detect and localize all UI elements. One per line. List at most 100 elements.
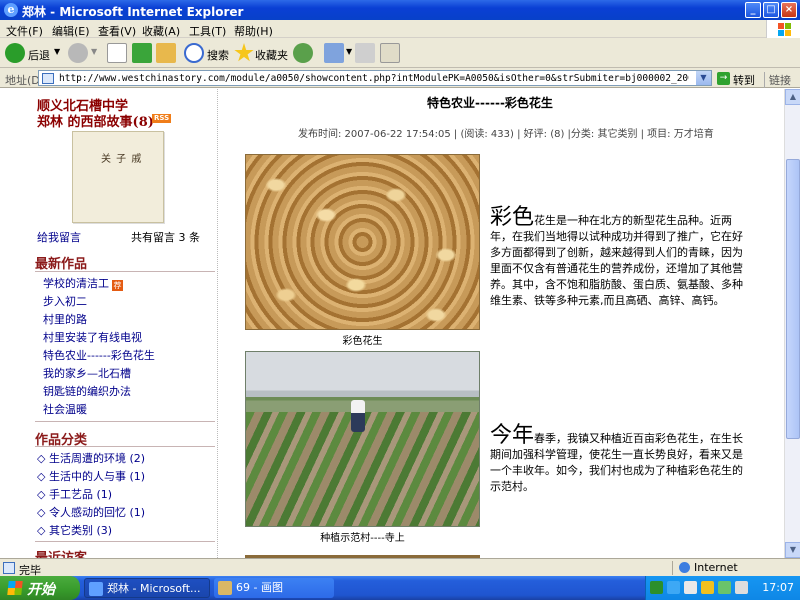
guestbook-count: 共有留言 3 条 <box>131 231 200 244</box>
category-item[interactable]: ◇ 手工艺品 (1) <box>37 486 112 502</box>
author-name: 郑林 的西部故事(8) <box>37 111 154 130</box>
latest-work-item[interactable]: 社会温暖 <box>43 401 87 417</box>
blog-title: 的西部故事(8) <box>67 115 154 130</box>
menu-view[interactable]: 查看(V) <box>98 23 136 39</box>
article-paragraph: 彩色花生是一种在北方的新型花生品种。近两年，在我们当地得以试种成功并得到了推广，… <box>490 207 744 309</box>
farmer-figure <box>351 400 365 432</box>
vertical-scrollbar[interactable]: ▲ ▼ <box>784 89 800 558</box>
guestbook-link[interactable]: 给我留言 <box>37 229 81 245</box>
print-icon[interactable] <box>355 43 375 63</box>
author-link[interactable]: 郑林 <box>37 115 63 130</box>
divider <box>35 421 215 422</box>
sidebar-divider <box>217 89 218 558</box>
search-icon[interactable] <box>184 43 204 63</box>
home-icon[interactable] <box>156 43 176 63</box>
taskbar: 开始 郑林 - Microsoft... 69 - 画图 17:07 <box>0 576 800 600</box>
menu-favorites[interactable]: 收藏(A) <box>142 23 180 39</box>
zone-label: Internet <box>694 561 738 574</box>
page-icon <box>42 73 54 84</box>
go-button[interactable]: 转到 <box>733 72 755 88</box>
taskbar-paint-window[interactable]: 69 - 画图 <box>214 578 334 598</box>
globe-icon <box>679 562 690 573</box>
security-zone: Internet <box>672 561 738 575</box>
menu-file[interactable]: 文件(F) <box>6 23 43 39</box>
windows-flag-icon <box>7 581 23 595</box>
favorites-button[interactable]: 收藏夹 <box>255 47 288 63</box>
tray-network-icon[interactable] <box>667 581 680 594</box>
ie-logo-icon: e <box>4 3 18 17</box>
toolbar: 后退 ▼ ▼ 搜索 收藏夹 ▼ <box>0 38 800 68</box>
address-input[interactable]: http://www.westchinastory.com/module/a00… <box>38 70 712 86</box>
scroll-thumb[interactable] <box>786 159 800 439</box>
menu-bar: 文件(F) 编辑(E) 查看(V) 收藏(A) 工具(T) 帮助(H) <box>0 20 800 38</box>
maximize-button[interactable]: □ <box>763 2 779 18</box>
address-url[interactable]: http://www.westchinastory.com/module/a00… <box>59 73 689 84</box>
article-paragraph: 今年春季，我镇又种植近百亩彩色花生，在生长期间加强科学管理，使花生一直长势良好，… <box>490 425 744 495</box>
latest-works-heading: 最新作品 <box>35 257 88 272</box>
task-label: 郑林 - Microsoft... <box>107 582 201 595</box>
rss-icon[interactable]: RSS <box>152 114 172 123</box>
latest-work-item[interactable]: 钥匙链的编织办法 <box>43 383 131 399</box>
latest-work-item[interactable]: 学校的清洁工荐 <box>43 275 123 291</box>
edit-page-icon[interactable] <box>380 43 400 63</box>
tray-input-icon[interactable] <box>735 581 748 594</box>
category-item[interactable]: ◇ 其它类别 (3) <box>37 522 112 538</box>
tray-app-icon[interactable] <box>701 581 714 594</box>
latest-work-item[interactable]: 村里的路 <box>43 311 87 327</box>
minimize-button[interactable]: _ <box>745 2 761 18</box>
media-icon[interactable] <box>293 43 313 63</box>
mail-dropdown-icon[interactable]: ▼ <box>346 47 352 56</box>
refresh-icon[interactable] <box>132 43 152 63</box>
windows-logo-icon <box>766 20 800 38</box>
status-bar: 完毕 Internet <box>0 558 800 577</box>
stop-icon[interactable] <box>107 43 127 63</box>
title-bar: e 郑林 - Microsoft Internet Explorer _ □ × <box>0 0 800 20</box>
menu-edit[interactable]: 编辑(E) <box>52 23 90 39</box>
favorites-star-icon[interactable] <box>234 43 254 62</box>
category-item[interactable]: ◇ 令人感动的回忆 (1) <box>37 504 145 520</box>
tray-update-icon[interactable] <box>718 581 731 594</box>
links-button[interactable]: 链接 <box>764 72 791 88</box>
latest-work-item[interactable]: 步入初二 <box>43 293 87 309</box>
paint-task-icon <box>218 581 232 595</box>
clock: 17:07 <box>762 581 794 594</box>
article: 特色农业------彩色花生 发布时间: 2007-06-22 17:54:05… <box>220 89 784 558</box>
menu-help[interactable]: 帮助(H) <box>234 23 273 39</box>
close-button[interactable]: × <box>781 2 797 18</box>
mail-icon[interactable] <box>324 43 344 63</box>
sidebar: 顺义北石槽中学 郑林 的西部故事(8) RSS 关 子 戚 给我留言 共有留言 … <box>27 89 218 558</box>
back-dropdown-icon[interactable]: ▼ <box>54 47 60 56</box>
scroll-down-icon[interactable]: ▼ <box>785 542 800 558</box>
start-label: 开始 <box>27 582 55 598</box>
menu-tools[interactable]: 工具(T) <box>189 23 226 39</box>
tray-shield-icon[interactable] <box>650 581 663 594</box>
page-done-icon <box>3 562 15 574</box>
peanut-field-photo <box>245 351 480 527</box>
search-button[interactable]: 搜索 <box>207 47 229 63</box>
forward-dropdown-icon[interactable]: ▼ <box>91 47 97 56</box>
go-arrow-icon[interactable]: → <box>717 72 730 85</box>
back-arrow-icon[interactable] <box>5 43 25 63</box>
back-button[interactable]: 后退 <box>28 47 50 63</box>
category-item[interactable]: ◇ 生活周遭的环境 (2) <box>37 450 145 466</box>
task-label: 69 - 画图 <box>236 581 283 594</box>
ie-task-icon <box>89 582 103 596</box>
start-button[interactable]: 开始 <box>0 576 80 600</box>
scroll-up-icon[interactable]: ▲ <box>785 89 800 105</box>
forward-arrow-icon[interactable] <box>68 43 88 63</box>
page-content: 顺义北石槽中学 郑林 的西部故事(8) RSS 关 子 戚 给我留言 共有留言 … <box>0 89 784 558</box>
paragraph-lead: 彩色 <box>490 205 535 230</box>
latest-work-item[interactable]: 特色农业------彩色花生 <box>43 347 155 363</box>
article-meta: 发布时间: 2007-06-22 17:54:05 | (阅读: 433) | … <box>298 129 714 140</box>
divider <box>35 446 215 447</box>
category-item[interactable]: ◇ 生活中的人与事 (1) <box>37 468 145 484</box>
system-tray: 17:07 <box>645 576 800 600</box>
latest-work-label[interactable]: 学校的清洁工 <box>43 277 109 290</box>
latest-work-item[interactable]: 我的家乡—北石槽 <box>43 365 131 381</box>
address-dropdown-icon[interactable]: ▼ <box>696 71 711 85</box>
tray-volume-icon[interactable] <box>684 581 697 594</box>
article-title: 特色农业------彩色花生 <box>427 96 553 110</box>
taskbar-ie-window[interactable]: 郑林 - Microsoft... <box>84 578 210 598</box>
latest-work-item[interactable]: 村里安装了有线电视 <box>43 329 142 345</box>
photo-caption: 彩色花生 <box>342 336 383 347</box>
